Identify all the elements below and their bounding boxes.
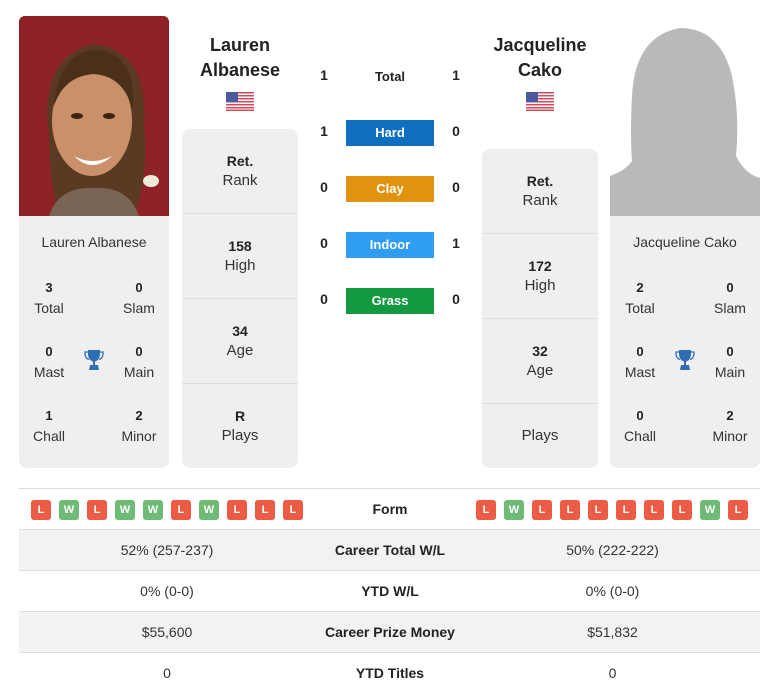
ytd-wl-label: YTD W/L bbox=[361, 583, 419, 599]
form-loss-badge[interactable]: L bbox=[476, 500, 496, 520]
player2-prize-money: $51,832 bbox=[587, 624, 638, 640]
player1-prize-money: $55,600 bbox=[141, 624, 193, 640]
ytd-titles-row: 0 YTD Titles 0 bbox=[19, 652, 760, 693]
player2-form: LWLLLLLLWL bbox=[476, 500, 748, 520]
trophy-icon bbox=[675, 350, 695, 370]
form-loss-badge[interactable]: L bbox=[283, 500, 303, 520]
h2h-p2-hard: 0 bbox=[452, 123, 460, 139]
player2-main-titles: 0 Main bbox=[714, 344, 746, 380]
form-loss-badge[interactable]: L bbox=[728, 500, 748, 520]
player1-ytd-titles: 0 bbox=[163, 665, 171, 681]
player2-photo bbox=[610, 16, 760, 216]
h2h-p1-clay: 0 bbox=[320, 179, 328, 195]
surface-clay-badge: Clay bbox=[346, 176, 434, 202]
player1-titles-card: Lauren Albanese 3 Total 0 Slam 0 Mast 0 Main… bbox=[19, 216, 169, 468]
h2h-p2-grass: 0 bbox=[452, 291, 460, 307]
prize-money-label: Career Prize Money bbox=[325, 624, 455, 640]
form-win-badge[interactable]: W bbox=[199, 500, 219, 520]
player1-chall-titles: 1 Chall bbox=[33, 408, 65, 444]
player1-high: 158 High bbox=[182, 214, 298, 299]
surface-indoor-badge: Indoor bbox=[346, 232, 434, 258]
form-loss-badge[interactable]: L bbox=[616, 500, 636, 520]
player1-age: 34 Age bbox=[182, 299, 298, 384]
career-wl-row: 52% (257-237) Career Total W/L 50% (222-… bbox=[19, 529, 760, 570]
form-win-badge[interactable]: W bbox=[59, 500, 79, 520]
player1-card-name: Lauren Albanese bbox=[41, 234, 147, 250]
surface-hard-badge: Hard bbox=[346, 120, 434, 146]
silhouette-placeholder-icon bbox=[610, 28, 760, 216]
player1-rank: Ret. Rank bbox=[182, 129, 298, 214]
player1-career-wl: 52% (257-237) bbox=[120, 542, 214, 558]
form-loss-badge[interactable]: L bbox=[532, 500, 552, 520]
form-win-badge[interactable]: W bbox=[700, 500, 720, 520]
player1-total-titles: 3 Total bbox=[34, 280, 64, 316]
h2h-p1-hard: 1 bbox=[320, 123, 328, 139]
player1-plays: R Plays bbox=[221, 408, 259, 444]
player2-plays: Plays bbox=[521, 427, 559, 444]
form-loss-badge[interactable]: L bbox=[227, 500, 247, 520]
player2-high: 172 High bbox=[482, 234, 598, 319]
h2h-p1-indoor: 0 bbox=[320, 235, 328, 251]
player2-info-panel: Ret. Rank 172 High 32 Age Plays bbox=[482, 149, 598, 468]
us-flag-icon bbox=[526, 92, 554, 111]
player1-name[interactable]: Lauren Albanese bbox=[165, 33, 315, 83]
form-loss-badge[interactable]: L bbox=[255, 500, 275, 520]
comparison-table: LWLWWLWLLL Form LWLLLLLLWL 52% (257-237)… bbox=[19, 488, 760, 693]
us-flag-icon bbox=[226, 92, 254, 111]
form-loss-badge[interactable]: L bbox=[87, 500, 107, 520]
form-win-badge[interactable]: W bbox=[115, 500, 135, 520]
form-win-badge[interactable]: W bbox=[143, 500, 163, 520]
career-wl-label: Career Total W/L bbox=[334, 542, 446, 558]
player2-age: 32 Age bbox=[482, 319, 598, 404]
player2-titles-card: Jacqueline Cako 2 Total 0 Slam 0 Mast 0 Main… bbox=[610, 216, 760, 468]
player1-mast-titles: 0 Mast bbox=[33, 344, 65, 380]
h2h-p1-grass: 0 bbox=[320, 291, 328, 307]
h2h-p2-total: 1 bbox=[452, 67, 460, 83]
h2h-p2-indoor: 1 bbox=[452, 235, 460, 251]
form-loss-badge[interactable]: L bbox=[560, 500, 580, 520]
player2-rank: Ret. Rank bbox=[482, 149, 598, 234]
h2h-total-label: Total bbox=[374, 69, 406, 84]
player1-main-titles: 0 Main bbox=[123, 344, 155, 380]
player2-ytd-titles: 0 bbox=[608, 665, 617, 681]
player2-career-wl: 50% (222-222) bbox=[566, 542, 659, 558]
form-label: Form bbox=[372, 501, 408, 517]
player2-ytd-wl: 0% (0-0) bbox=[585, 583, 640, 599]
h2h-p2-clay: 0 bbox=[452, 179, 460, 195]
player2-mast-titles: 0 Mast bbox=[624, 344, 656, 380]
player2-slam-titles: 0 Slam bbox=[714, 280, 746, 316]
form-loss-badge[interactable]: L bbox=[672, 500, 692, 520]
ytd-titles-label: YTD Titles bbox=[355, 665, 425, 681]
prize-money-row: $55,600 Career Prize Money $51,832 bbox=[19, 611, 760, 652]
player2-card-name: Jacqueline Cako bbox=[633, 234, 737, 250]
h2h-p1-total: 1 bbox=[320, 67, 328, 83]
player2-name[interactable]: Jacqueline Cako bbox=[465, 33, 615, 83]
player2-total-titles: 2 Total bbox=[625, 280, 655, 316]
player2-chall-titles: 0 Chall bbox=[624, 408, 656, 444]
player1-form: LWLWWLWLLL bbox=[31, 500, 303, 520]
player1-photo bbox=[19, 16, 169, 216]
player1-info-panel: Ret. Rank 158 High 34 Age R Plays bbox=[182, 129, 298, 468]
ytd-wl-row: 0% (0-0) YTD W/L 0% (0-0) bbox=[19, 570, 760, 611]
form-loss-badge[interactable]: L bbox=[171, 500, 191, 520]
surface-grass-badge: Grass bbox=[346, 288, 434, 314]
player2-minor-titles: 2 Minor bbox=[712, 408, 748, 444]
player1-minor-titles: 2 Minor bbox=[121, 408, 157, 444]
form-loss-badge[interactable]: L bbox=[31, 500, 51, 520]
form-loss-badge[interactable]: L bbox=[588, 500, 608, 520]
player1-ytd-wl: 0% (0-0) bbox=[140, 583, 194, 599]
form-row: LWLWWLWLLL Form LWLLLLLLWL bbox=[19, 488, 760, 529]
form-loss-badge[interactable]: L bbox=[644, 500, 664, 520]
player1-slam-titles: 0 Slam bbox=[123, 280, 155, 316]
trophy-icon bbox=[84, 350, 104, 370]
form-win-badge[interactable]: W bbox=[504, 500, 524, 520]
